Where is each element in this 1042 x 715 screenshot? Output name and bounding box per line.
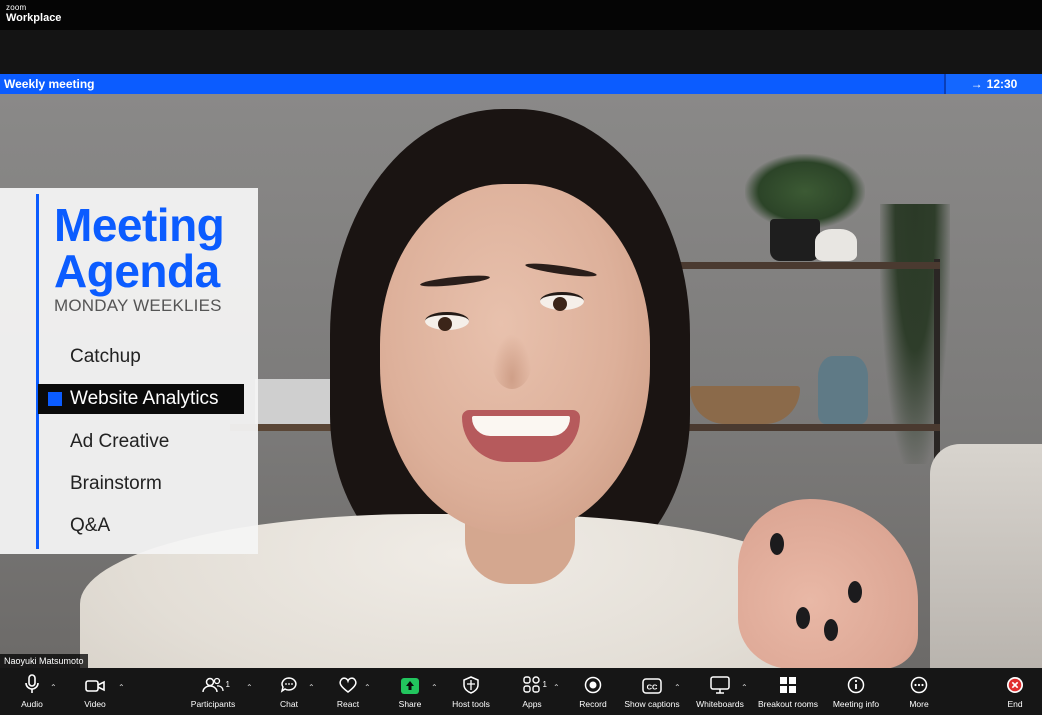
nose xyxy=(492,334,532,389)
waving-hand xyxy=(738,499,918,668)
camera-icon xyxy=(85,668,105,694)
right-eye xyxy=(540,292,584,311)
meeting-info-button[interactable]: Meeting info xyxy=(832,668,880,715)
record-label: Record xyxy=(579,699,607,709)
meeting-info-label: Meeting info xyxy=(832,699,880,709)
agenda-item-label: Catchup xyxy=(70,346,141,368)
participants-icon: 1 xyxy=(202,668,230,694)
agenda-overlay: Meeting Agenda MONDAY WEEKLIES Catchup W… xyxy=(0,188,258,554)
agenda-item-label: Ad Creative xyxy=(70,430,170,452)
react-options-chevron-icon[interactable]: ⌃ xyxy=(364,683,371,692)
host-tools-button[interactable]: Host tools xyxy=(452,668,490,715)
agenda-item: Q&A xyxy=(38,505,244,547)
left-eye xyxy=(425,312,469,331)
end-icon xyxy=(1006,668,1024,694)
breakout-rooms-icon xyxy=(779,668,797,694)
meeting-banner: Weekly meeting → 12:30 xyxy=(0,74,1042,94)
meeting-timer: → 12:30 xyxy=(944,74,1042,94)
whiteboards-button[interactable]: Whiteboards xyxy=(696,668,744,715)
show-captions-button[interactable]: CC Show captions xyxy=(624,668,680,715)
agenda-item: Ad Creative xyxy=(38,420,244,462)
apps-label: Apps xyxy=(522,699,542,709)
title-bar: zoom Workplace xyxy=(0,0,1042,30)
record-button[interactable]: Record xyxy=(578,668,608,715)
top-dark-band xyxy=(0,30,1042,74)
participants-count: 1 xyxy=(225,680,230,689)
timer-value: 12:30 xyxy=(986,77,1018,91)
share-button[interactable]: Share xyxy=(396,668,424,715)
agenda-list: Catchup Website Analytics Ad Creative Br… xyxy=(38,336,244,548)
captions-options-chevron-icon[interactable]: ⌃ xyxy=(674,683,681,692)
chat-options-chevron-icon[interactable]: ⌃ xyxy=(308,683,315,692)
agenda-item-label: Q&A xyxy=(70,515,111,537)
whiteboards-options-chevron-icon[interactable]: ⌃ xyxy=(741,683,748,692)
brand-large: Workplace xyxy=(6,12,62,24)
active-marker-icon xyxy=(48,392,62,407)
svg-text:CC: CC xyxy=(647,683,658,692)
video-options-chevron-icon[interactable]: ⌃ xyxy=(118,683,125,692)
audio-label: Audio xyxy=(21,699,43,709)
agenda-item: Brainstorm xyxy=(38,463,244,505)
apps-icon: 1 xyxy=(523,668,547,694)
meeting-toolbar: Audio ⌃ Video ⌃ 1 Participants ⌃ Chat ⌃ xyxy=(0,668,1042,715)
chat-label: Chat xyxy=(280,699,298,709)
participant-name-tag: Naoyuki Matsumoto xyxy=(0,654,88,668)
video-label: Video xyxy=(84,699,106,709)
breakout-rooms-button[interactable]: Breakout rooms xyxy=(758,668,818,715)
chat-button[interactable]: Chat xyxy=(276,668,302,715)
more-label: More xyxy=(909,699,929,709)
record-icon xyxy=(584,668,602,694)
zoom-meeting-window: zoom Workplace Weekly meeting → 12:30 Me… xyxy=(0,0,1042,715)
closed-captions-icon: CC xyxy=(642,668,662,694)
participants-label: Participants xyxy=(190,699,236,709)
info-icon xyxy=(847,668,865,694)
heart-icon xyxy=(338,668,358,694)
apps-button[interactable]: 1 Apps xyxy=(520,668,547,715)
agenda-title: Meeting Agenda xyxy=(54,202,254,294)
participants-options-chevron-icon[interactable]: ⌃ xyxy=(246,683,253,692)
react-label: React xyxy=(336,699,360,709)
share-screen-icon xyxy=(401,668,419,694)
agenda-item: Catchup xyxy=(38,336,244,378)
participants-button[interactable]: 1 Participants xyxy=(190,668,236,715)
arrow-right-icon: → xyxy=(970,77,983,91)
brand-small: zoom xyxy=(6,3,27,12)
chat-icon xyxy=(280,668,298,694)
end-meeting-button[interactable]: End xyxy=(1002,668,1028,715)
host-tools-label: Host tools xyxy=(452,699,490,709)
apps-options-chevron-icon[interactable]: ⌃ xyxy=(553,683,560,692)
app-logo: zoom Workplace xyxy=(6,4,61,24)
whiteboard-icon xyxy=(710,668,730,694)
agenda-item-label: Website Analytics xyxy=(70,388,219,410)
agenda-title-line2: Agenda xyxy=(54,245,220,297)
end-label: End xyxy=(1007,699,1023,709)
audio-button[interactable]: Audio xyxy=(18,668,46,715)
apps-count: 1 xyxy=(542,680,547,689)
microphone-icon xyxy=(24,668,40,694)
audio-options-chevron-icon[interactable]: ⌃ xyxy=(50,683,57,692)
agenda-title-line1: Meeting xyxy=(54,199,225,251)
shield-icon xyxy=(463,668,479,694)
meeting-title: Weekly meeting xyxy=(4,77,95,91)
share-options-chevron-icon[interactable]: ⌃ xyxy=(431,683,438,692)
more-icon xyxy=(910,668,928,694)
show-captions-label: Show captions xyxy=(624,699,680,709)
share-label: Share xyxy=(398,699,422,709)
agenda-subtitle: MONDAY WEEKLIES xyxy=(54,296,222,315)
agenda-item-label: Brainstorm xyxy=(70,472,162,494)
agenda-item-active: Website Analytics xyxy=(38,384,244,415)
more-button[interactable]: More xyxy=(904,668,934,715)
react-button[interactable]: React xyxy=(334,668,362,715)
breakout-rooms-label: Breakout rooms xyxy=(758,699,818,709)
whiteboards-label: Whiteboards xyxy=(696,699,744,709)
video-button[interactable]: Video xyxy=(80,668,110,715)
